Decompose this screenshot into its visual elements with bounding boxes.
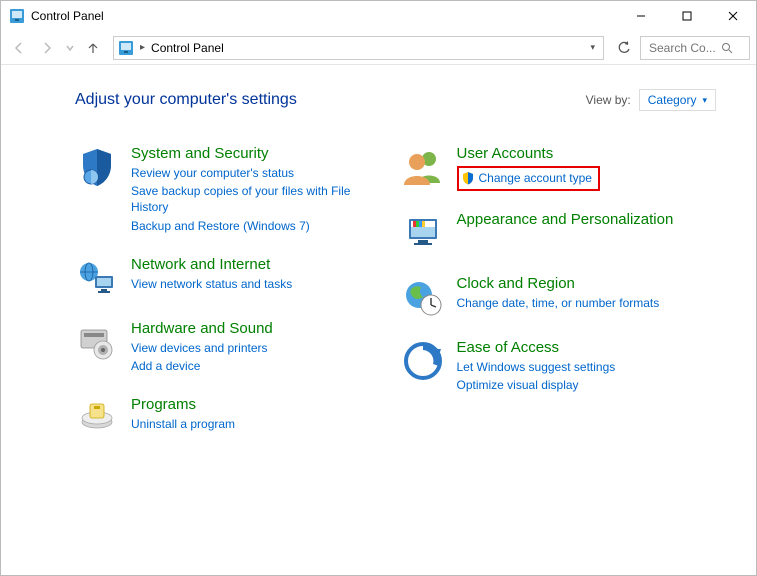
viewby-dropdown[interactable]: Category ▾ <box>639 89 716 111</box>
ease-of-access-icon <box>401 339 445 383</box>
programs-icon <box>75 396 119 440</box>
uac-shield-icon <box>461 171 475 185</box>
minimize-button[interactable] <box>618 1 664 31</box>
link-devices-printers[interactable]: View devices and printers <box>131 340 391 356</box>
category-system-security: System and Security Review your computer… <box>75 145 391 236</box>
window-title: Control Panel <box>31 9 104 23</box>
link-file-history[interactable]: Save backup copies of your files with Fi… <box>131 183 391 215</box>
right-column: User Accounts Change account type Appear… <box>401 145 717 460</box>
close-button[interactable] <box>710 1 756 31</box>
programs-title[interactable]: Programs <box>131 396 391 414</box>
chevron-down-icon: ▾ <box>702 95 707 106</box>
search-input[interactable] <box>647 40 717 56</box>
category-user-accounts: User Accounts Change account type <box>401 145 717 191</box>
refresh-button[interactable] <box>612 36 636 60</box>
breadcrumb-dropdown-icon[interactable]: ▾ <box>590 42 599 53</box>
category-hardware-sound: Hardware and Sound View devices and prin… <box>75 320 391 376</box>
network-internet-title[interactable]: Network and Internet <box>131 256 391 274</box>
link-optimize-display[interactable]: Optimize visual display <box>457 377 717 393</box>
clock-region-icon <box>401 275 445 319</box>
navbar: ▸ Control Panel ▾ <box>1 31 756 65</box>
ease-of-access-title[interactable]: Ease of Access <box>457 339 717 357</box>
link-change-account-type[interactable]: Change account type <box>479 170 592 186</box>
user-accounts-title[interactable]: User Accounts <box>457 145 717 163</box>
category-ease-of-access: Ease of Access Let Windows suggest setti… <box>401 339 717 395</box>
hardware-sound-title[interactable]: Hardware and Sound <box>131 320 391 338</box>
network-internet-icon <box>75 256 119 300</box>
link-review-status[interactable]: Review your computer's status <box>131 165 391 181</box>
header-row: Adjust your computer's settings View by:… <box>75 89 716 111</box>
left-column: System and Security Review your computer… <box>75 145 391 460</box>
search-icon <box>721 42 733 54</box>
recent-dropdown[interactable] <box>63 36 77 60</box>
link-suggest-settings[interactable]: Let Windows suggest settings <box>457 359 717 375</box>
highlight-change-account-type: Change account type <box>457 166 600 191</box>
viewby-control: View by: Category ▾ <box>586 89 716 111</box>
content-area: Adjust your computer's settings View by:… <box>1 65 756 460</box>
control-panel-icon <box>9 8 25 24</box>
user-accounts-icon <box>401 145 445 189</box>
link-add-device[interactable]: Add a device <box>131 358 391 374</box>
forward-button[interactable] <box>35 36 59 60</box>
appearance-icon <box>401 211 445 255</box>
link-network-status[interactable]: View network status and tasks <box>131 276 391 292</box>
back-button[interactable] <box>7 36 31 60</box>
up-button[interactable] <box>81 36 105 60</box>
category-appearance: Appearance and Personalization <box>401 211 717 255</box>
viewby-value: Category <box>648 93 697 107</box>
system-security-icon <box>75 145 119 189</box>
link-date-time-formats[interactable]: Change date, time, or number formats <box>457 295 717 311</box>
search-box[interactable] <box>640 36 750 60</box>
titlebar: Control Panel <box>1 1 756 31</box>
clock-region-title[interactable]: Clock and Region <box>457 275 717 293</box>
hardware-sound-icon <box>75 320 119 364</box>
appearance-title[interactable]: Appearance and Personalization <box>457 211 717 229</box>
link-backup-restore[interactable]: Backup and Restore (Windows 7) <box>131 218 391 234</box>
breadcrumb-icon <box>118 40 134 56</box>
category-clock-region: Clock and Region Change date, time, or n… <box>401 275 717 319</box>
category-network-internet: Network and Internet View network status… <box>75 256 391 300</box>
breadcrumb[interactable]: ▸ Control Panel ▾ <box>113 36 604 60</box>
breadcrumb-text[interactable]: Control Panel <box>151 41 224 55</box>
chevron-right-icon: ▸ <box>140 42 145 53</box>
page-title: Adjust your computer's settings <box>75 91 297 109</box>
viewby-label: View by: <box>586 93 631 107</box>
system-security-title[interactable]: System and Security <box>131 145 391 163</box>
category-programs: Programs Uninstall a program <box>75 396 391 440</box>
maximize-button[interactable] <box>664 1 710 31</box>
link-uninstall-program[interactable]: Uninstall a program <box>131 416 391 432</box>
